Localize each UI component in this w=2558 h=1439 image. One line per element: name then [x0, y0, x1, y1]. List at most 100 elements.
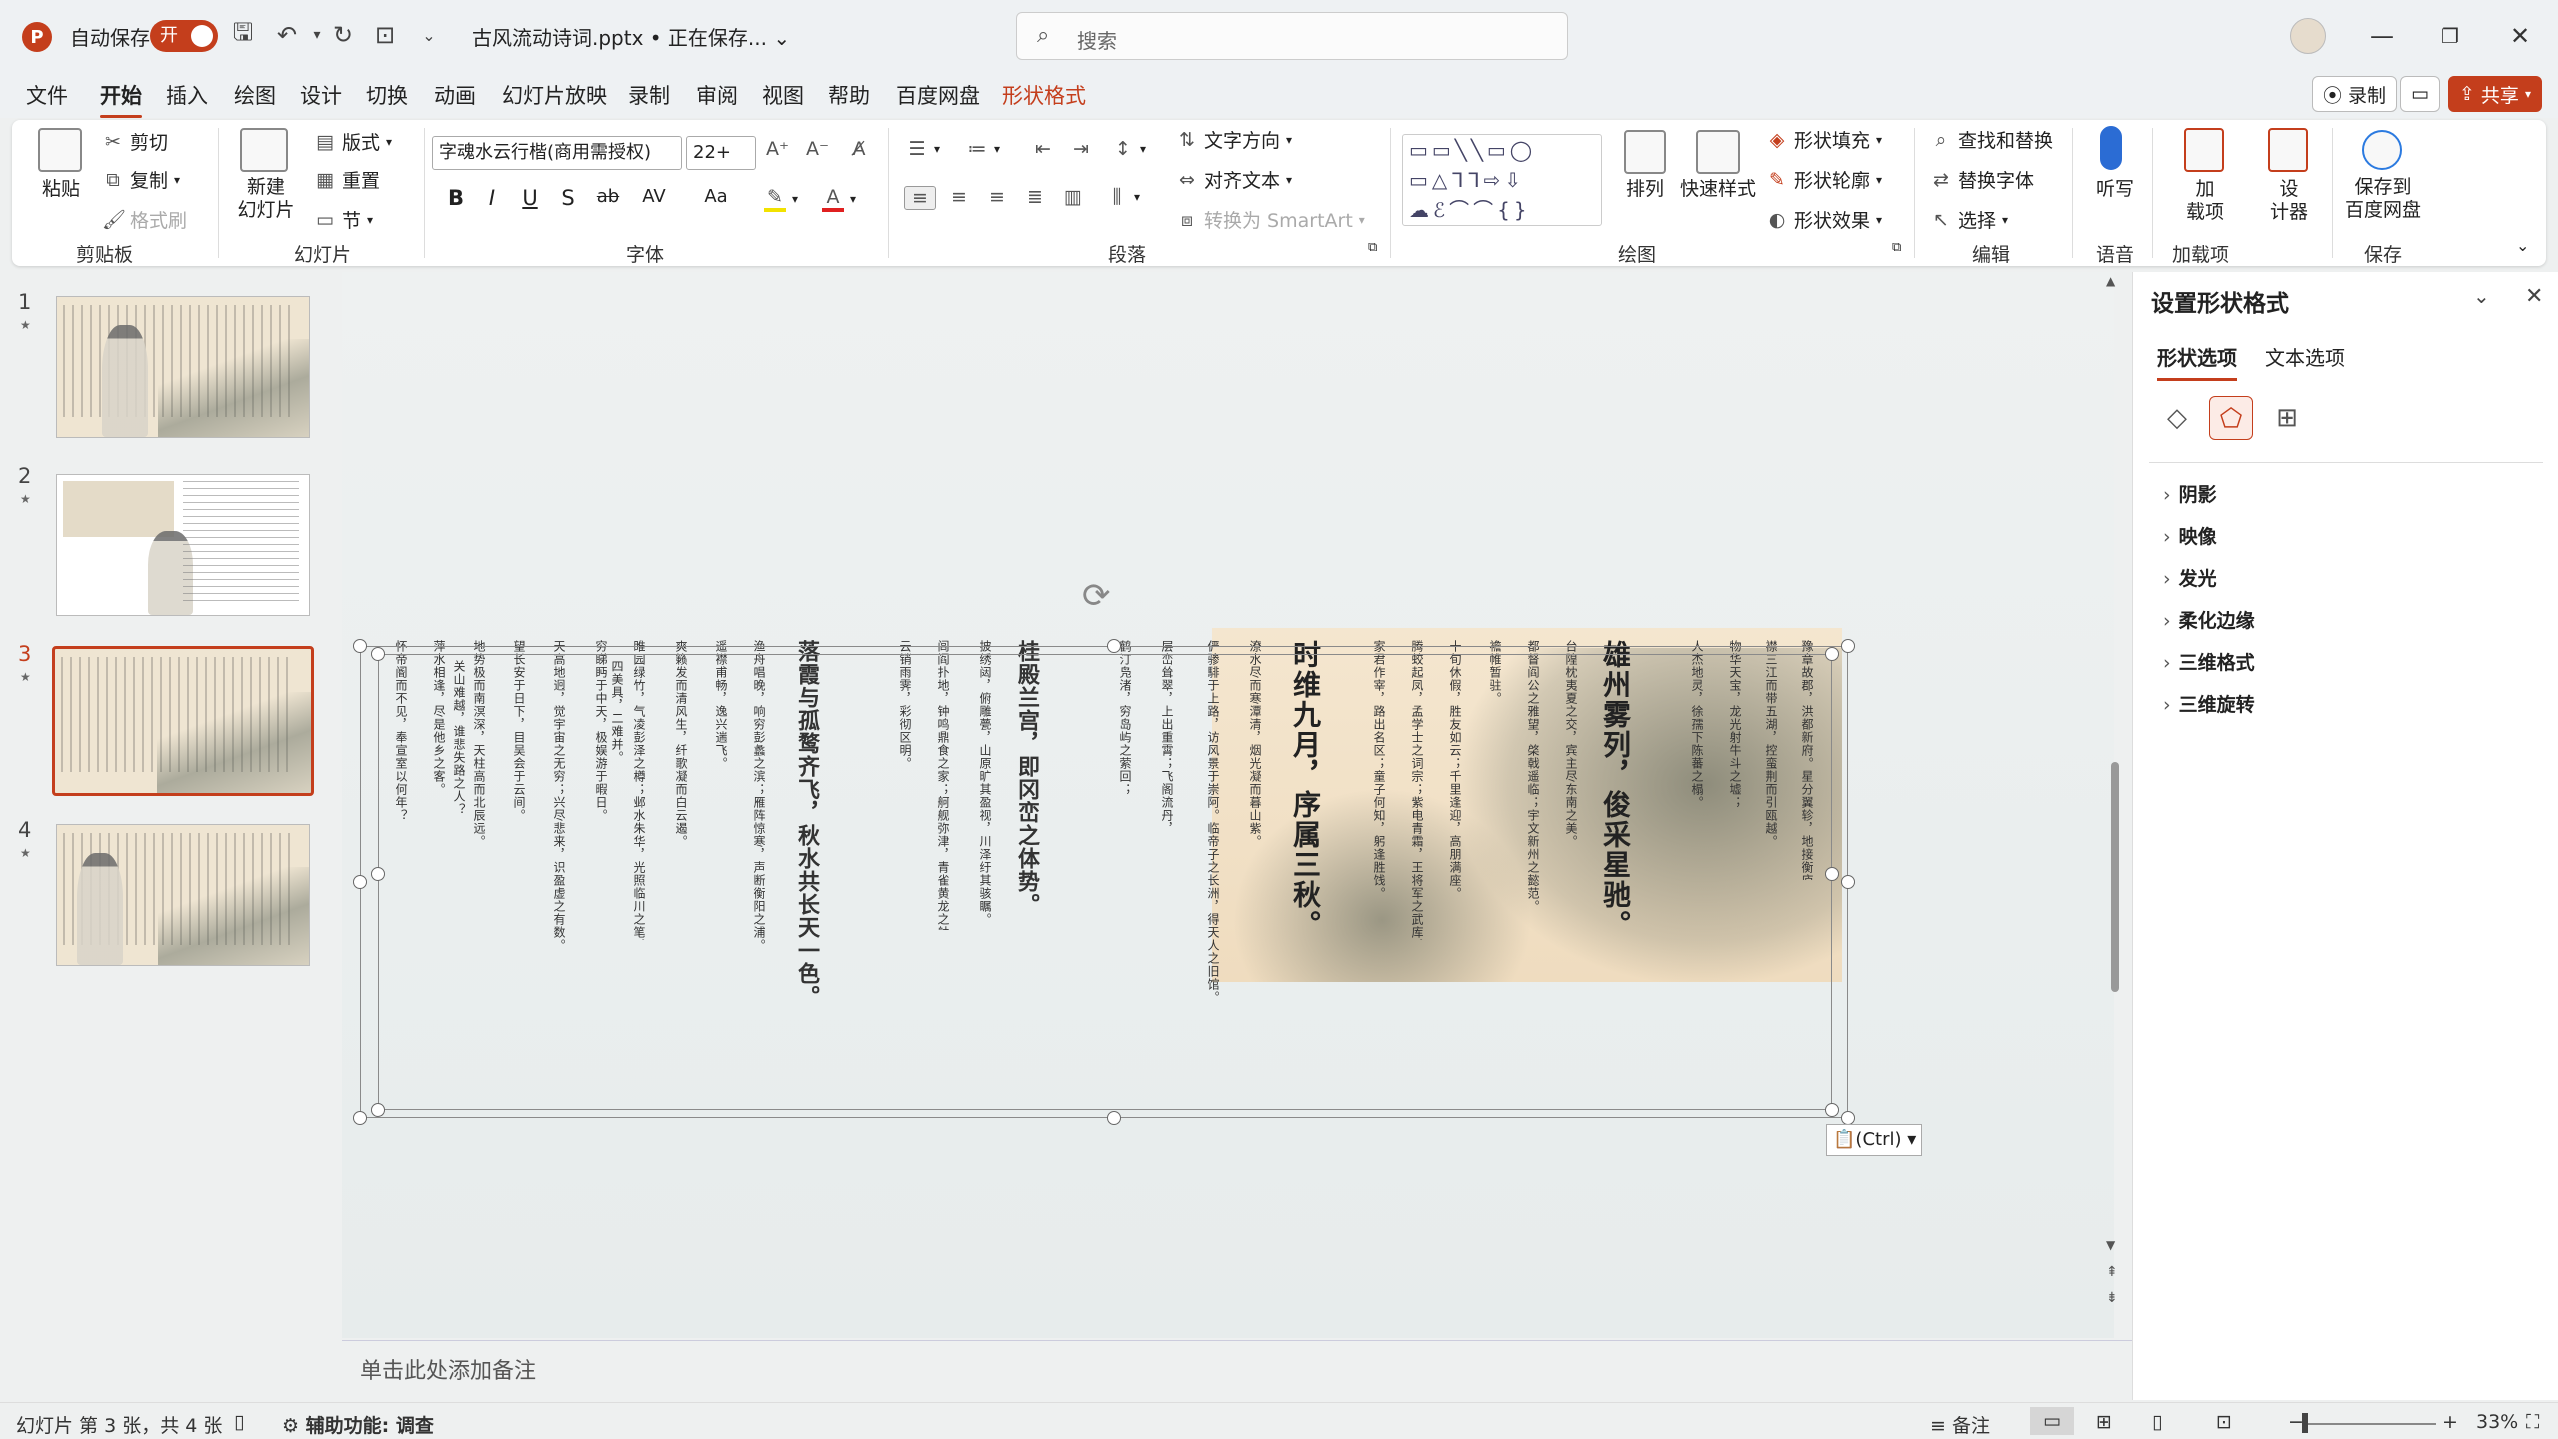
autosave-toggle[interactable]: 开: [150, 20, 218, 52]
save-to-baidu-button[interactable]: 保存到 百度网盘: [2340, 176, 2426, 222]
reading-view-icon[interactable]: ▯: [2152, 1411, 2162, 1433]
align-right-button[interactable]: ≡: [986, 186, 1008, 208]
undo-icon[interactable]: ↶: [270, 18, 304, 52]
resize-handle[interactable]: [1841, 875, 1855, 889]
notes-pane[interactable]: 单击此处添加备注: [342, 1340, 2132, 1400]
rotate-handle-icon[interactable]: ⟳: [1082, 576, 1122, 616]
tab-slideshow[interactable]: 幻灯片放映: [502, 80, 607, 110]
font-size-combo[interactable]: 22+: [686, 136, 756, 170]
fill-line-icon[interactable]: ◇: [2155, 396, 2199, 440]
slide-thumbnail-3[interactable]: [52, 646, 314, 796]
tab-home[interactable]: 开始: [100, 80, 142, 118]
shapes-gallery[interactable]: ▭▭╲╲▭◯ ▭△ᒣᒣ⇨⇩ ☁ℰ⌒⌒{}: [1402, 134, 1602, 226]
increase-indent-button[interactable]: ⇥: [1070, 138, 1092, 160]
dictate-button[interactable]: 听写: [2090, 178, 2140, 201]
resize-handle[interactable]: [1841, 1111, 1855, 1125]
font-name-combo[interactable]: 字魂水云行楷(商用需授权): [432, 136, 682, 170]
tab-transitions[interactable]: 切换: [366, 80, 408, 110]
collapse-ribbon-icon[interactable]: ⌄: [2516, 236, 2529, 255]
designer-icon[interactable]: [2268, 128, 2308, 172]
tab-baidu-netdisk[interactable]: 百度网盘: [896, 80, 980, 110]
resize-handle[interactable]: [353, 1111, 367, 1125]
chevron-down-icon[interactable]: ⌄: [2473, 284, 2490, 308]
reset-button[interactable]: ▦ 重置: [314, 166, 380, 193]
scrollbar-thumb[interactable]: [2111, 762, 2119, 992]
avatar[interactable]: [2290, 18, 2326, 54]
resize-handle[interactable]: [353, 875, 367, 889]
scroll-down-icon[interactable]: ▼: [2106, 1238, 2115, 1252]
zoom-level[interactable]: 33%: [2476, 1411, 2518, 1433]
selection-outline-inner[interactable]: [378, 654, 1832, 1110]
quick-styles-icon[interactable]: [1696, 130, 1740, 174]
zoom-slider[interactable]: [2308, 1423, 2436, 1425]
resize-handle[interactable]: [1107, 1111, 1121, 1125]
vertical-scrollbar[interactable]: ▲ ▼ ⇞ ⇟: [2106, 272, 2120, 1322]
slide-sorter-icon[interactable]: ⊞: [2096, 1411, 2112, 1433]
slide-thumbnail-2[interactable]: [56, 474, 310, 616]
size-properties-icon[interactable]: ⊞: [2265, 396, 2309, 440]
share-button[interactable]: ⇪ 共享 ▾: [2448, 76, 2542, 112]
close-icon[interactable]: ✕: [2525, 284, 2543, 309]
bold-button[interactable]: B: [440, 186, 472, 210]
accessibility-button[interactable]: ⚙ 辅助功能: 调查: [282, 1411, 434, 1438]
resize-handle[interactable]: [353, 639, 367, 653]
addins-button[interactable]: 加 载项: [2180, 178, 2230, 224]
decrease-indent-button[interactable]: ⇤: [1032, 138, 1054, 160]
new-slide-icon[interactable]: [240, 128, 288, 172]
redo-icon[interactable]: ↻: [326, 18, 360, 52]
smartart-button[interactable]: ⧈ 转换为 SmartArt ▾: [1176, 206, 1365, 233]
previous-slide-icon[interactable]: ⇞: [2106, 1264, 2118, 1280]
find-replace-button[interactable]: ⌕ 查找和替换: [1930, 126, 2053, 153]
zoom-slider-knob[interactable]: [2302, 1413, 2308, 1433]
notes-toggle-button[interactable]: ≡ 备注: [1930, 1411, 1990, 1438]
resize-handle[interactable]: [1825, 867, 1839, 881]
numbering-button[interactable]: ≔ ▾: [966, 138, 1001, 160]
section-button[interactable]: ▭ 节 ▾: [314, 206, 373, 233]
italic-button[interactable]: I: [476, 186, 508, 210]
layout-button[interactable]: ▤ 版式 ▾: [314, 128, 392, 155]
tab-view[interactable]: 视图: [762, 80, 804, 110]
effects-pentagon-icon[interactable]: ⬠: [2209, 396, 2253, 440]
replace-font-button[interactable]: ⇄ 替换字体: [1930, 166, 2034, 193]
slide-thumbnail-1[interactable]: [56, 296, 310, 438]
arrange-icon[interactable]: [1624, 130, 1666, 174]
shape-effects-button[interactable]: ◐ 形状效果 ▾: [1766, 206, 1882, 233]
search-box[interactable]: ⌕ 搜索: [1016, 12, 1568, 60]
resize-handle[interactable]: [371, 1103, 385, 1117]
baidu-netdisk-icon[interactable]: [2362, 130, 2402, 170]
columns-button[interactable]: ⫼ ▾: [1106, 186, 1140, 208]
section-3d-rotation[interactable]: › 三维旋转: [2163, 690, 2255, 717]
paste-icon[interactable]: [38, 128, 82, 172]
cut-button[interactable]: ✂ 剪切: [102, 128, 168, 155]
presentation-icon[interactable]: ⊡: [368, 18, 402, 52]
select-button[interactable]: ↖ 选择 ▾: [1930, 206, 2008, 233]
paragraph-dialog-launcher-icon[interactable]: ⧉: [1368, 240, 1377, 255]
resize-handle[interactable]: [1825, 1103, 1839, 1117]
close-icon[interactable]: ✕: [2500, 18, 2540, 54]
tab-shape-format[interactable]: 形状格式: [1002, 80, 1086, 110]
bullets-button[interactable]: ☰ ▾: [906, 138, 940, 160]
resize-handle[interactable]: [1825, 647, 1839, 661]
section-reflection[interactable]: › 映像: [2163, 522, 2217, 549]
line-spacing-button[interactable]: ↕ ▾: [1112, 138, 1146, 160]
align-left-button[interactable]: ≡: [904, 186, 936, 210]
normal-view-icon[interactable]: ▭: [2030, 1407, 2074, 1435]
section-3d-format[interactable]: › 三维格式: [2163, 648, 2255, 675]
resize-handle[interactable]: [371, 647, 385, 661]
designer-button[interactable]: 设 计器: [2264, 178, 2314, 224]
quick-styles-button[interactable]: 快速样式: [1678, 178, 1758, 201]
distribute-button[interactable]: ▥: [1062, 186, 1084, 208]
font-color-button[interactable]: A ▾: [822, 186, 856, 212]
save-icon[interactable]: 🖫: [226, 18, 260, 52]
increase-font-button[interactable]: A⁺: [766, 138, 789, 160]
shape-outline-button[interactable]: ✎ 形状轮廓 ▾: [1766, 166, 1882, 193]
justify-button[interactable]: ≣: [1024, 186, 1046, 208]
customize-toolbar-icon[interactable]: ⌄: [412, 18, 446, 52]
highlight-button[interactable]: ✎ ▾: [764, 186, 798, 212]
scroll-up-icon[interactable]: ▲: [2106, 274, 2115, 288]
tab-help[interactable]: 帮助: [828, 80, 870, 110]
slideshow-view-icon[interactable]: ⊡: [2216, 1411, 2232, 1433]
underline-button[interactable]: U: [514, 186, 546, 210]
comments-button[interactable]: ▭: [2400, 76, 2440, 112]
tab-review[interactable]: 审阅: [696, 80, 738, 110]
